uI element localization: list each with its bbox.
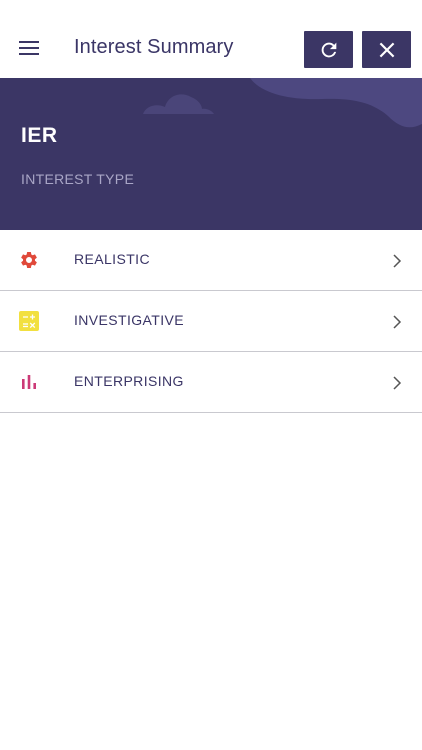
close-button[interactable] xyxy=(362,31,411,68)
page-title: Interest Summary xyxy=(74,36,234,58)
top-bar: Interest Summary xyxy=(0,0,422,78)
interest-type-banner: IER INTEREST TYPE xyxy=(0,78,422,230)
refresh-button[interactable] xyxy=(304,31,353,68)
list-item-enterprising[interactable]: ENTERPRISING xyxy=(0,352,422,413)
gear-icon xyxy=(18,249,40,271)
close-icon xyxy=(379,42,394,57)
bar-chart-icon xyxy=(18,371,40,393)
banner-decoration xyxy=(143,78,422,128)
calculator-icon xyxy=(18,310,40,332)
chevron-right-icon xyxy=(393,315,402,329)
menu-bar xyxy=(19,53,39,55)
list-item-label: INVESTIGATIVE xyxy=(74,312,184,328)
list-item-label: ENTERPRISING xyxy=(74,373,184,389)
chevron-right-icon xyxy=(393,254,402,268)
interest-type-label: INTEREST TYPE xyxy=(21,171,135,187)
menu-bar xyxy=(19,47,39,49)
chevron-right-icon xyxy=(393,376,402,390)
list-item-realistic[interactable]: REALISTIC xyxy=(0,230,422,291)
interest-list: REALISTIC INVESTIGATIVE ENTERPRISING xyxy=(0,230,422,413)
list-item-label: REALISTIC xyxy=(74,251,150,267)
interest-code: IER xyxy=(21,124,58,147)
hamburger-menu-icon[interactable] xyxy=(14,33,44,63)
menu-bar xyxy=(19,41,39,43)
refresh-icon xyxy=(321,42,336,57)
list-item-investigative[interactable]: INVESTIGATIVE xyxy=(0,291,422,352)
